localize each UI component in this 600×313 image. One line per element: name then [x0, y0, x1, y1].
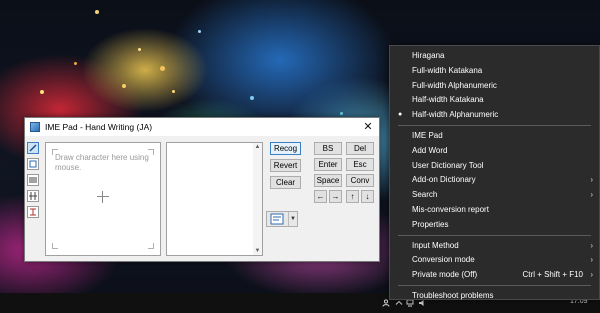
menu-item-search[interactable]: Search ›	[390, 188, 599, 202]
selected-dot-icon: ●	[398, 111, 403, 119]
menu-item-label: User Dictionary Tool	[412, 160, 484, 170]
arrow-up-icon[interactable]: ↑	[346, 190, 359, 203]
space-button[interactable]: Space	[314, 174, 342, 187]
key-panel: BS Del Enter Esc Space Conv ← → ↑ ↓	[310, 138, 378, 241]
menu-item-half-width-alphanumeric[interactable]: ● Half-width Alphanumeric	[390, 108, 599, 122]
menu-item-label: Mis-conversion report	[412, 205, 489, 214]
menu-item-label: Add-on Dictionary	[412, 175, 476, 185]
menu-item-label: Properties	[412, 219, 449, 229]
pad-mode-dropdown[interactable]: ▼	[266, 211, 298, 227]
stroke-count-icon[interactable]	[27, 206, 39, 218]
draw-hint-text: Draw character here using mouse.	[55, 153, 149, 172]
menu-item-label: Full-width Katakana	[412, 65, 483, 75]
menu-item-label: Conversion mode	[412, 255, 475, 265]
canvas-corner-mark	[148, 149, 154, 155]
menu-item-label: Half-width Alphanumeric	[412, 110, 499, 120]
people-icon[interactable]	[382, 299, 390, 307]
enter-button[interactable]: Enter	[314, 158, 342, 171]
menu-item-add-word[interactable]: Add Word	[390, 144, 599, 158]
menu-separator	[398, 234, 591, 236]
menu-item-label: IME Pad	[412, 131, 443, 140]
menu-item-private-mode-off[interactable]: Private mode (Off) Ctrl + Shift + F10 ›	[390, 268, 599, 282]
conv-button[interactable]: Conv	[346, 174, 374, 187]
menu-item-mis-conversion-report[interactable]: Mis-conversion report	[390, 203, 599, 217]
pad-mode-icon	[270, 213, 284, 225]
menu-item-label: Hiragana	[412, 51, 445, 60]
menu-item-troubleshoot-problems[interactable]: Troubleshoot problems	[390, 289, 599, 303]
arrow-right-icon[interactable]: →	[329, 190, 342, 203]
scroll-down-icon[interactable]: ▼	[254, 248, 261, 254]
chevron-right-icon: ›	[590, 175, 593, 185]
del-button[interactable]: Del	[346, 142, 374, 155]
menu-item-conversion-mode[interactable]: Conversion mode ›	[390, 253, 599, 267]
canvas-corner-mark	[148, 243, 154, 249]
esc-button[interactable]: Esc	[346, 158, 374, 171]
chevron-right-icon: ›	[590, 270, 593, 280]
handwriting-pen-icon[interactable]	[27, 142, 39, 154]
recog-button[interactable]: Recog	[270, 142, 301, 155]
arrow-down-icon[interactable]: ↓	[361, 190, 374, 203]
ime-context-menu: Hiragana Full-width Katakana Full-width Al…	[389, 45, 600, 300]
scroll-up-icon[interactable]: ▲	[254, 144, 261, 150]
candidate-list[interactable]: ▲ ▼	[166, 142, 263, 256]
menu-item-label: Troubleshoot problems	[412, 291, 494, 300]
menu-item-full-width-alphanumeric[interactable]: Full-width Alphanumeric	[390, 79, 599, 93]
menu-item-ime-pad[interactable]: IME Pad	[390, 129, 599, 143]
menu-item-label: Add Word	[412, 145, 448, 155]
chevron-right-icon: ›	[590, 240, 593, 250]
menu-item-hiragana[interactable]: Hiragana	[390, 49, 599, 63]
radical-grid-icon[interactable]	[27, 190, 39, 202]
ime-pad-title: IME Pad - Hand Writing (JA)	[45, 122, 153, 132]
revert-button[interactable]: Revert	[270, 159, 301, 172]
menu-item-label: Input Method	[412, 240, 459, 250]
ime-pad-window: IME Pad - Hand Writing (JA) ✕ Draw chara…	[24, 117, 380, 262]
close-icon[interactable]: ✕	[357, 118, 379, 136]
menu-item-add-on-dictionary[interactable]: Add-on Dictionary ›	[390, 173, 599, 187]
ime-pad-titlebar[interactable]: IME Pad - Hand Writing (JA) ✕	[25, 118, 379, 136]
menu-separator	[398, 285, 591, 286]
crosshair-icon	[97, 191, 109, 203]
ime-pad-toolstrip	[27, 142, 41, 222]
canvas-corner-mark	[52, 243, 58, 249]
candidate-scrollbar[interactable]: ▲ ▼	[253, 143, 262, 255]
handwriting-canvas[interactable]: Draw character here using mouse.	[45, 142, 161, 256]
soft-keyboard-icon[interactable]	[27, 174, 39, 186]
ime-pad-app-icon	[30, 122, 40, 132]
menu-separator	[398, 125, 591, 126]
menu-item-full-width-katakana[interactable]: Full-width Katakana	[390, 64, 599, 78]
menu-item-properties[interactable]: Properties	[390, 218, 599, 232]
menu-item-user-dictionary-tool[interactable]: User Dictionary Tool	[390, 159, 599, 173]
menu-item-half-width-katakana[interactable]: Half-width Katakana	[390, 93, 599, 107]
menu-item-label: Private mode (Off)	[412, 270, 478, 280]
menu-item-label: Half-width Katakana	[412, 95, 484, 105]
canvas-corner-mark	[52, 149, 58, 155]
chevron-right-icon: ›	[590, 255, 593, 265]
bs-button[interactable]: BS	[314, 142, 342, 155]
menu-item-label: Full-width Alphanumeric	[412, 80, 497, 90]
menu-item-shortcut: Ctrl + Shift + F10	[522, 270, 583, 280]
clear-button[interactable]: Clear	[270, 176, 301, 189]
chevron-right-icon: ›	[590, 190, 593, 200]
character-list-icon[interactable]	[27, 158, 39, 170]
menu-item-input-method[interactable]: Input Method ›	[390, 239, 599, 253]
menu-item-label: Search	[412, 190, 438, 200]
arrow-left-icon[interactable]: ←	[314, 190, 327, 203]
chevron-down-icon[interactable]: ▼	[288, 212, 297, 226]
